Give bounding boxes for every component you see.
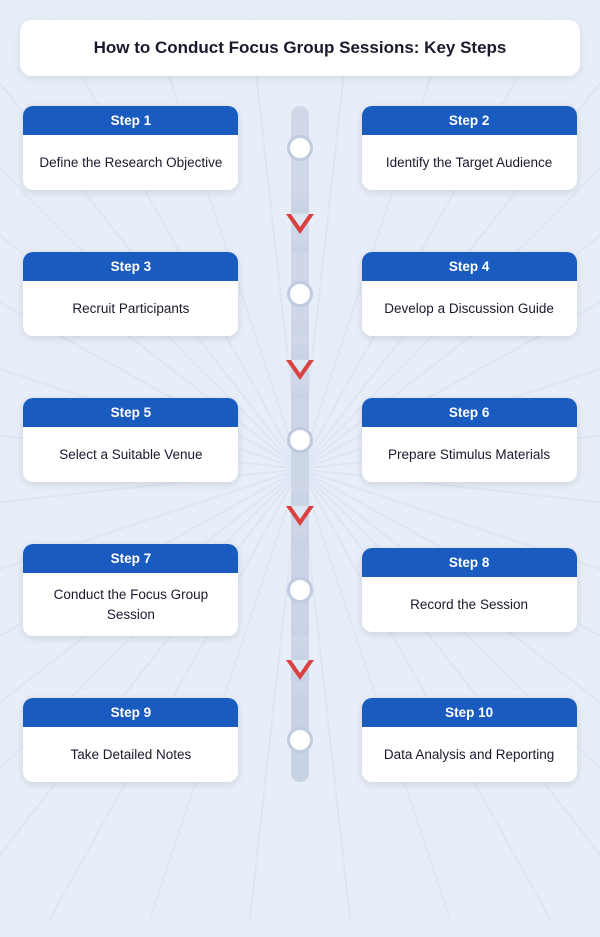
step-card: Step 7Conduct the Focus Group Session (23, 544, 238, 636)
step-card: Step 1Define the Research Objective (23, 106, 238, 190)
step-label: Data Analysis and Reporting (362, 727, 577, 782)
step-card: Step 9Take Detailed Notes (23, 698, 238, 782)
step-card: Step 5Select a Suitable Venue (23, 398, 238, 482)
step-label: Identify the Target Audience (362, 135, 577, 190)
step-pair-row: Step 7Conduct the Focus Group SessionSte… (20, 544, 580, 636)
step-pair-row: Step 3Recruit Participants Step 4Develop … (20, 252, 580, 336)
step-number-header: Step 6 (362, 398, 577, 427)
step-number-header: Step 8 (362, 548, 577, 577)
step-number-header: Step 9 (23, 698, 238, 727)
step-label: Define the Research Objective (23, 135, 238, 190)
timeline-node (287, 135, 313, 161)
timeline-node (287, 577, 313, 603)
step-label: Develop a Discussion Guide (362, 281, 577, 336)
step-label: Conduct the Focus Group Session (23, 573, 238, 636)
timeline-node (287, 281, 313, 307)
step-card: Step 3Recruit Participants (23, 252, 238, 336)
step-number-header: Step 5 (23, 398, 238, 427)
step-pair-row: Step 1Define the Research ObjectiveStep … (20, 106, 580, 190)
timeline-arrow (286, 506, 314, 526)
step-number-header: Step 1 (23, 106, 238, 135)
step-card: Step 4Develop a Discussion Guide (362, 252, 577, 336)
step-card: Step 6Prepare Stimulus Materials (362, 398, 577, 482)
step-label: Prepare Stimulus Materials (362, 427, 577, 482)
step-number-header: Step 3 (23, 252, 238, 281)
step-label: Recruit Participants (23, 281, 238, 336)
timeline-node (287, 727, 313, 753)
step-label: Take Detailed Notes (23, 727, 238, 782)
step-number-header: Step 2 (362, 106, 577, 135)
step-number-header: Step 7 (23, 544, 238, 573)
step-card: Step 8Record the Session (362, 548, 577, 632)
step-label: Record the Session (362, 577, 577, 632)
step-number-header: Step 4 (362, 252, 577, 281)
page-title: How to Conduct Focus Group Sessions: Key… (20, 20, 580, 76)
step-card: Step 10Data Analysis and Reporting (362, 698, 577, 782)
step-card: Step 2Identify the Target Audience (362, 106, 577, 190)
step-number-header: Step 10 (362, 698, 577, 727)
timeline-arrow (286, 360, 314, 380)
timeline-arrow (286, 660, 314, 680)
timeline-node (287, 427, 313, 453)
step-pair-row: Step 5Select a Suitable Venue Step 6Prepa… (20, 398, 580, 482)
step-pair-row: Step 9Take Detailed Notes Step 10Data Ana… (20, 698, 580, 782)
timeline-arrow (286, 214, 314, 234)
step-label: Select a Suitable Venue (23, 427, 238, 482)
